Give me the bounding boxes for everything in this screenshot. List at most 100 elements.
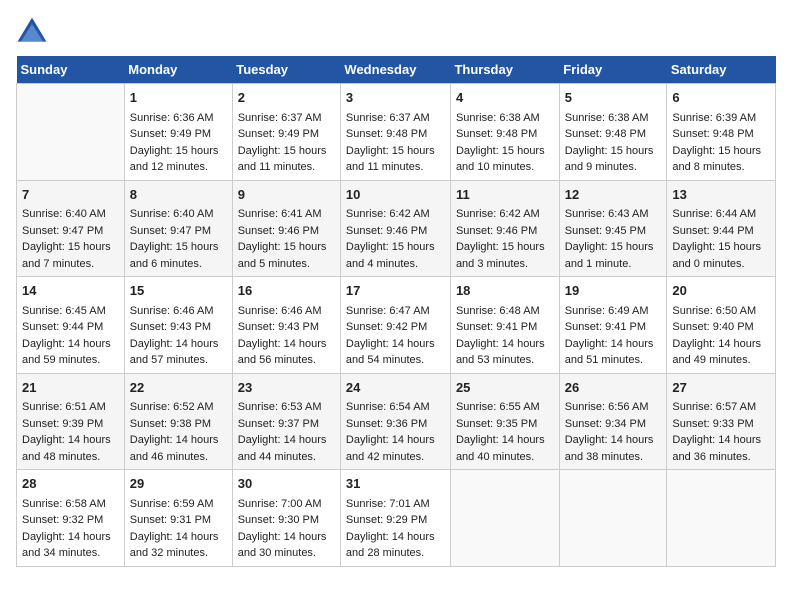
day-number: 21 xyxy=(22,378,119,398)
day-info: Sunset: 9:46 PM xyxy=(456,223,554,240)
day-info: Sunset: 9:48 PM xyxy=(565,126,662,143)
day-info: and 51 minutes. xyxy=(565,352,662,369)
day-number: 18 xyxy=(456,281,554,301)
calendar-week-row: 21Sunrise: 6:51 AMSunset: 9:39 PM Dayligh… xyxy=(17,373,776,470)
day-info: Daylight: 14 hours xyxy=(238,529,335,546)
calendar-cell: 11Sunrise: 6:42 AMSunset: 9:46 PMDayligh… xyxy=(450,180,559,277)
calendar-cell: 15Sunrise: 6:46 AMSunset: 9:43 PMDayligh… xyxy=(124,277,232,374)
day-info: Sunrise: 6:36 AM xyxy=(130,110,227,127)
day-info: Sunrise: 6:38 AM xyxy=(456,110,554,127)
day-info: and 28 minutes. xyxy=(346,545,445,562)
day-info: and 36 minutes. xyxy=(672,449,770,466)
day-info: Sunrise: 6:52 AM xyxy=(130,399,227,416)
day-info: Daylight: 15 hours xyxy=(238,143,335,160)
day-number: 12 xyxy=(565,185,662,205)
day-info: and 46 minutes. xyxy=(130,449,227,466)
day-info: and 38 minutes. xyxy=(565,449,662,466)
day-number: 28 xyxy=(22,474,119,494)
calendar-cell: 9Sunrise: 6:41 AMSunset: 9:46 PMDaylight… xyxy=(232,180,340,277)
day-info: Daylight: 14 hours xyxy=(672,432,770,449)
calendar-cell: 24Sunrise: 6:54 AMSunset: 9:36 PMDayligh… xyxy=(340,373,450,470)
calendar-cell: 31Sunrise: 7:01 AMSunset: 9:29 PMDayligh… xyxy=(340,470,450,567)
calendar-cell: 1Sunrise: 6:36 AMSunset: 9:49 PMDaylight… xyxy=(124,84,232,181)
day-number: 6 xyxy=(672,88,770,108)
day-info: Sunrise: 6:51 AM xyxy=(22,399,119,416)
calendar-week-row: 1 Sunrise: 6:36 AMSunset: 9:49 PM Daylight… xyxy=(17,84,776,181)
day-info: Sunrise: 6:43 AM xyxy=(565,206,662,223)
calendar-cell: 7Sunrise: 6:40 AMSunset: 9:47 PMDaylight… xyxy=(17,180,125,277)
day-info: and 53 minutes. xyxy=(456,352,554,369)
day-info: Sunrise: 6:53 AM xyxy=(238,399,335,416)
day-info: Daylight: 14 hours xyxy=(346,336,445,353)
day-info: Sunrise: 6:37 AM xyxy=(238,110,335,127)
day-number: 4 xyxy=(456,88,554,108)
day-info: and 12 minutes. xyxy=(130,159,227,176)
page-header xyxy=(16,16,776,48)
day-info: Sunset: 9:41 PM xyxy=(565,319,662,336)
calendar-week-row: 7Sunrise: 6:40 AMSunset: 9:47 PMDaylight… xyxy=(17,180,776,277)
calendar-cell: 19Sunrise: 6:49 AMSunset: 9:41 PMDayligh… xyxy=(559,277,667,374)
day-info: Sunset: 9:49 PM xyxy=(130,126,227,143)
day-info: Sunset: 9:45 PM xyxy=(565,223,662,240)
calendar-cell: 5Sunrise: 6:38 AMSunset: 9:48 PMDaylight… xyxy=(559,84,667,181)
day-info: Sunrise: 6:37 AM xyxy=(346,110,445,127)
day-number: 26 xyxy=(565,378,662,398)
day-info: Sunrise: 6:57 AM xyxy=(672,399,770,416)
day-info: Daylight: 14 hours xyxy=(346,529,445,546)
day-number: 5 xyxy=(565,88,662,108)
day-info: Sunset: 9:29 PM xyxy=(346,512,445,529)
day-info: Sunset: 9:48 PM xyxy=(672,126,770,143)
day-info: Sunset: 9:44 PM xyxy=(672,223,770,240)
day-number: 27 xyxy=(672,378,770,398)
calendar-cell xyxy=(450,470,559,567)
day-info: Sunrise: 6:40 AM xyxy=(22,206,119,223)
day-number: 13 xyxy=(672,185,770,205)
calendar-cell: 2Sunrise: 6:37 AMSunset: 9:49 PMDaylight… xyxy=(232,84,340,181)
day-info: Daylight: 14 hours xyxy=(22,529,119,546)
day-info: Sunrise: 6:50 AM xyxy=(672,303,770,320)
day-info: and 1 minute. xyxy=(565,256,662,273)
day-info: Daylight: 15 hours xyxy=(672,143,770,160)
day-number: 23 xyxy=(238,378,335,398)
day-number: 19 xyxy=(565,281,662,301)
day-info: Sunrise: 6:42 AM xyxy=(346,206,445,223)
day-number: 17 xyxy=(346,281,445,301)
day-info: Daylight: 15 hours xyxy=(238,239,335,256)
day-info: Sunset: 9:41 PM xyxy=(456,319,554,336)
day-info: and 48 minutes. xyxy=(22,449,119,466)
calendar-cell: 26Sunrise: 6:56 AMSunset: 9:34 PMDayligh… xyxy=(559,373,667,470)
calendar-cell: 30 Sunrise: 7:00 AMSunset: 9:30 PMDayligh… xyxy=(232,470,340,567)
day-info: Sunrise: 7:00 AM xyxy=(238,496,335,513)
calendar-cell xyxy=(667,470,776,567)
day-number: 3 xyxy=(346,88,445,108)
day-info: Sunset: 9:34 PM xyxy=(565,416,662,433)
day-info: Sunrise: 6:40 AM xyxy=(130,206,227,223)
day-info: Sunrise: 6:58 AM xyxy=(22,496,119,513)
calendar-cell xyxy=(17,84,125,181)
calendar-cell: 25Sunrise: 6:55 AMSunset: 9:35 PMDayligh… xyxy=(450,373,559,470)
day-number: 1 xyxy=(130,88,227,108)
calendar-cell xyxy=(559,470,667,567)
day-info: Daylight: 14 hours xyxy=(456,432,554,449)
day-info: and 59 minutes. xyxy=(22,352,119,369)
day-info: Sunset: 9:37 PM xyxy=(238,416,335,433)
day-info: Sunset: 9:47 PM xyxy=(130,223,227,240)
calendar-cell: 29Sunrise: 6:59 AMSunset: 9:31 PMDayligh… xyxy=(124,470,232,567)
calendar-cell: 16Sunrise: 6:46 AMSunset: 9:43 PMDayligh… xyxy=(232,277,340,374)
day-info: Sunset: 9:33 PM xyxy=(672,416,770,433)
day-info: Daylight: 15 hours xyxy=(456,239,554,256)
day-number: 20 xyxy=(672,281,770,301)
day-info: and 30 minutes. xyxy=(238,545,335,562)
calendar-cell: 13Sunrise: 6:44 AMSunset: 9:44 PMDayligh… xyxy=(667,180,776,277)
day-info: Sunset: 9:31 PM xyxy=(130,512,227,529)
day-info: and 56 minutes. xyxy=(238,352,335,369)
day-number: 31 xyxy=(346,474,445,494)
calendar-cell: 21Sunrise: 6:51 AMSunset: 9:39 PMDayligh… xyxy=(17,373,125,470)
day-number: 10 xyxy=(346,185,445,205)
day-info: Sunset: 9:43 PM xyxy=(238,319,335,336)
day-number: 30 xyxy=(238,474,335,494)
calendar-cell: 23Sunrise: 6:53 AMSunset: 9:37 PMDayligh… xyxy=(232,373,340,470)
calendar-week-row: 14Sunrise: 6:45 AMSunset: 9:44 PMDayligh… xyxy=(17,277,776,374)
day-info: Sunset: 9:39 PM xyxy=(22,416,119,433)
day-info: Sunset: 9:30 PM xyxy=(238,512,335,529)
